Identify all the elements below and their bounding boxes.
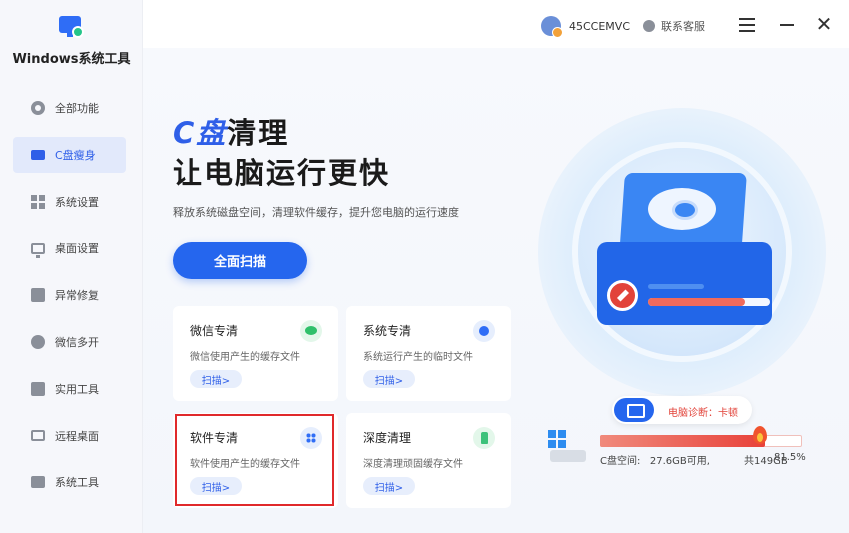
page-subtitle: 让电脑运行更快 <box>173 156 391 190</box>
sidebar-item-wechat-multi[interactable]: 微信多开 <box>13 324 126 360</box>
sidebar-item-c-drive-slim[interactable]: C盘瘦身 <box>13 136 126 173</box>
sidebar-item-label: 系统工具 <box>55 476 99 490</box>
card-desc: 微信使用产生的缓存文件 <box>190 352 300 363</box>
sidebar-item-repair[interactable]: 异常修复 <box>13 277 126 313</box>
disc-icon <box>648 188 716 230</box>
sidebar-item-label: 全部功能 <box>55 102 99 115</box>
app-logo: Windows系统工具 <box>0 14 143 67</box>
gear-icon <box>31 101 45 115</box>
sidebar-item-label: C盘瘦身 <box>55 148 96 162</box>
monitor-chart-icon <box>614 398 654 422</box>
toolbox-icon <box>31 476 45 489</box>
page-title: C盘清理 <box>173 110 289 152</box>
scan-button[interactable]: 扫描> <box>190 370 242 388</box>
avatar <box>541 16 563 38</box>
sidebar-item-desktop-settings[interactable]: 桌面设置 <box>13 230 126 266</box>
sidebar-item-label: 桌面设置 <box>55 242 99 256</box>
sidebar-item-system-tools[interactable]: 系统工具 <box>13 464 126 500</box>
sidebar: Windows系统工具 全部功能 C盘瘦身 系统设置 桌面设置 异常修复 微信多… <box>0 0 143 533</box>
diagnosis-text: 电脑诊断：卡顿 <box>668 408 738 419</box>
minimize-icon[interactable] <box>780 24 794 26</box>
flame-icon <box>753 426 767 444</box>
sidebar-item-remote-desktop[interactable]: 远程桌面 <box>13 418 126 454</box>
contact-service-button[interactable]: 联系客服 <box>643 18 705 34</box>
disk-free: 27.6GB可用, <box>649 456 710 467</box>
top-bar: 45CCEMVC 联系客服 ✕ <box>143 0 849 48</box>
tool-icon <box>31 288 45 303</box>
app-name: Windows系统工具 <box>12 52 131 67</box>
grid-icon <box>31 194 45 209</box>
disk-usage-fill <box>600 435 765 447</box>
headset-icon <box>643 20 655 32</box>
card-deep-clean[interactable]: 深度清理 深度清理顽固缓存文件 扫描> <box>346 413 511 508</box>
sidebar-nav: 全部功能 C盘瘦身 系统设置 桌面设置 异常修复 微信多开 实用工具 远程桌面 <box>13 90 126 511</box>
remote-icon <box>31 430 45 442</box>
sidebar-item-label: 异常修复 <box>55 289 99 303</box>
card-software-clean[interactable]: 软件专清 软件使用产生的缓存文件 扫描> <box>173 413 338 508</box>
card-desc: 系统运行产生的临时文件 <box>363 352 473 363</box>
username: 45CCEMVC <box>569 19 631 33</box>
menu-icon[interactable] <box>739 18 755 32</box>
page-description: 释放系统磁盘空间，清理软件缓存，提升您电脑的运行速度 <box>173 206 459 219</box>
disk-space-label: C盘空间: 27.6GB可用, <box>600 452 710 467</box>
monitor-icon <box>31 242 45 258</box>
card-desc: 深度清理顽固缓存文件 <box>363 459 463 470</box>
broom-icon <box>473 427 495 449</box>
scan-button[interactable]: 扫描> <box>190 477 242 495</box>
sidebar-item-all-features[interactable]: 全部功能 <box>13 90 126 126</box>
card-desc: 软件使用产生的缓存文件 <box>190 459 300 470</box>
drive-indicator <box>648 284 704 289</box>
scan-button[interactable]: 扫描> <box>363 477 415 495</box>
page-title-rest: 清理 <box>227 116 290 150</box>
user-account[interactable]: 45CCEMVC <box>541 16 631 38</box>
windows-drive-icon <box>548 430 588 466</box>
sidebar-item-label: 实用工具 <box>55 382 99 396</box>
disk-percent: 81.5% <box>774 452 806 463</box>
page-title-accent: C盘 <box>173 116 228 150</box>
system-gear-icon <box>473 320 495 342</box>
app-logo-icon <box>58 14 85 40</box>
chat-icon <box>31 334 45 349</box>
close-icon[interactable]: ✕ <box>815 14 833 34</box>
sidebar-item-label: 微信多开 <box>55 335 99 349</box>
disk-icon <box>31 149 45 160</box>
disk-space-title: C盘空间: <box>600 456 641 467</box>
scan-button[interactable]: 扫描> <box>363 370 415 388</box>
card-system-clean[interactable]: 系统专清 系统运行产生的临时文件 扫描> <box>346 306 511 401</box>
full-scan-button[interactable]: 全面扫描 <box>173 242 307 279</box>
sidebar-item-utilities[interactable]: 实用工具 <box>13 371 126 407</box>
sidebar-item-label: 系统设置 <box>55 195 99 209</box>
card-title: 系统专清 <box>363 324 412 338</box>
box-icon <box>31 381 45 396</box>
card-wechat-clean[interactable]: 微信专清 微信使用产生的缓存文件 扫描> <box>173 306 338 401</box>
alert-icon <box>607 280 638 311</box>
card-title: 微信专清 <box>190 324 239 338</box>
drive-bar-fill <box>648 298 745 306</box>
contact-service-label: 联系客服 <box>661 20 705 33</box>
sidebar-item-label: 远程桌面 <box>55 429 99 443</box>
apps-icon <box>300 427 322 449</box>
card-title: 软件专清 <box>190 431 239 445</box>
wechat-icon <box>300 320 322 342</box>
sidebar-item-system-settings[interactable]: 系统设置 <box>13 184 126 220</box>
card-title: 深度清理 <box>363 431 412 445</box>
